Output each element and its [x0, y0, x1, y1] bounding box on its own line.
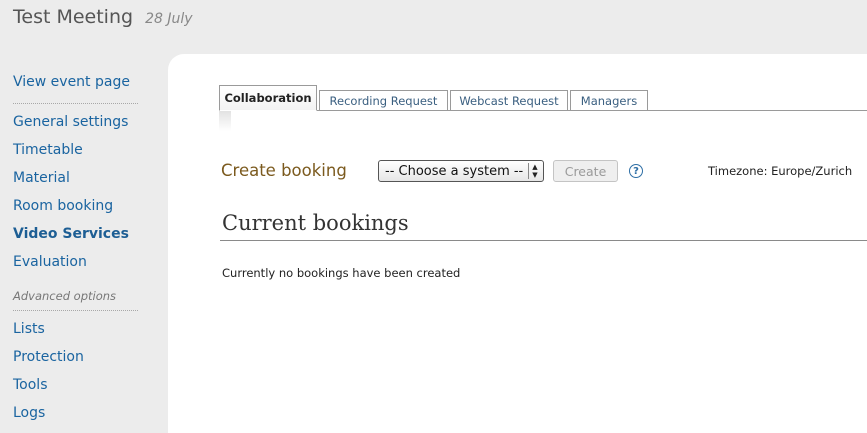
sidebar-item-material[interactable]: Material — [13, 170, 70, 186]
sidebar-item-tools[interactable]: Tools — [13, 377, 48, 393]
timezone-label: Timezone: Europe/Zurich — [708, 164, 853, 178]
help-icon[interactable]: ? — [629, 164, 643, 178]
create-button[interactable]: Create — [553, 160, 618, 182]
sidebar-section-advanced-options: Advanced options — [13, 289, 117, 303]
empty-bookings-message: Currently no bookings have been created — [222, 266, 461, 280]
tab-webcast-request[interactable]: Webcast Request — [450, 90, 568, 110]
sidebar-item-logs[interactable]: Logs — [13, 405, 45, 421]
tab-collaboration[interactable]: Collaboration — [219, 85, 317, 111]
event-header: Test Meeting 28 July — [13, 6, 193, 28]
tab-recording-request[interactable]: Recording Request — [319, 90, 448, 110]
main-content: Collaboration Recording Request Webcast … — [168, 54, 867, 433]
select-arrows-icon: ▲ ▼ — [528, 163, 541, 179]
sidebar-item-video-services[interactable]: Video Services — [13, 226, 129, 242]
sidebar-item-view-event-page[interactable]: View event page — [13, 74, 130, 90]
system-select-value: -- Choose a system -- — [385, 163, 524, 179]
sidebar-divider — [13, 310, 138, 311]
event-title: Test Meeting — [13, 6, 134, 28]
sidebar-item-room-booking[interactable]: Room booking — [13, 198, 113, 214]
sidebar-item-general-settings[interactable]: General settings — [13, 114, 128, 130]
current-bookings-heading: Current bookings — [222, 211, 409, 235]
tab-panel-edge — [219, 111, 231, 131]
sidebar-divider — [13, 103, 138, 104]
tab-bar: Collaboration Recording Request Webcast … — [219, 85, 867, 111]
sidebar-item-timetable[interactable]: Timetable — [13, 142, 83, 158]
system-select[interactable]: -- Choose a system -- ▲ ▼ — [378, 160, 544, 182]
create-booking-label: Create booking — [221, 161, 347, 180]
sidebar-item-lists[interactable]: Lists — [13, 321, 45, 337]
sidebar-item-evaluation[interactable]: Evaluation — [13, 254, 87, 270]
sidebar-item-protection[interactable]: Protection — [13, 349, 84, 365]
tab-managers[interactable]: Managers — [570, 90, 648, 110]
heading-divider — [220, 240, 867, 241]
event-date: 28 July — [145, 11, 193, 27]
